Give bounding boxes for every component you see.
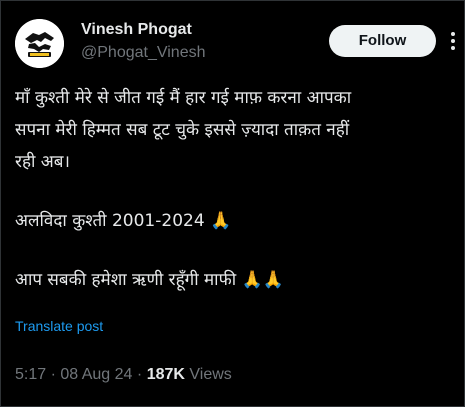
folded-hands-emoji-icon: 🙏🙏 — [241, 270, 284, 290]
meta-separator: · — [50, 366, 56, 383]
post-date[interactable]: 08 Aug 24 — [60, 366, 132, 383]
tweet-line: माँ कुश्ती मेरे से जीत गई मैं हार गई माफ… — [15, 88, 352, 108]
tweet-line: आप सबकी हमेशा ऋणी रहूँगी माफी 🙏🙏 — [15, 264, 455, 296]
follow-button[interactable]: Follow — [329, 25, 436, 57]
tweet-line: रही अब। — [15, 152, 70, 172]
tweet-line-text: अलविदा कुश्ती 2001-2024 — [15, 211, 205, 231]
views-label: Views — [189, 366, 232, 383]
tweet-line: अलविदा कुश्ती 2001-2024 🙏 — [15, 205, 455, 237]
author-display-name[interactable]: Vinesh Phogat — [81, 21, 192, 39]
folded-hands-emoji-icon: 🙏 — [210, 211, 232, 231]
wrestling-logo-avatar-icon — [15, 19, 64, 68]
tweet-line-text: आप सबकी हमेशा ऋणी रहूँगी माफी — [15, 270, 237, 290]
author-handle[interactable]: @Phogat_Vinesh — [81, 44, 205, 62]
translate-post-link[interactable]: Translate post — [15, 318, 103, 334]
post-time[interactable]: 5:17 — [15, 366, 46, 383]
views-count: 187K — [146, 366, 185, 383]
meta-separator: · — [136, 366, 143, 383]
author-avatar[interactable] — [15, 19, 64, 68]
post-meta: 5:17 · 08 Aug 24 · 187K Views — [15, 366, 232, 384]
more-vertical-icon[interactable] — [451, 32, 455, 50]
tweet-line: सपना मेरी हिम्मत सब टूट चुके इससे ज़्याद… — [15, 120, 350, 140]
tweet-text: माँ कुश्ती मेरे से जीत गई मैं हार गई माफ… — [15, 82, 455, 296]
